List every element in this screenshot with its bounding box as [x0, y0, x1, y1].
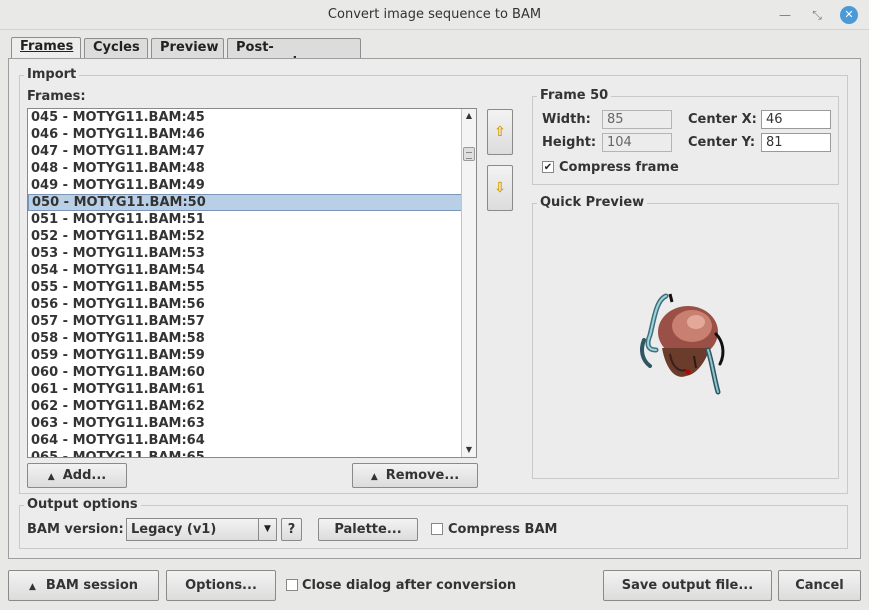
arrow-up-icon: ⇧: [494, 124, 506, 140]
frame-list-item[interactable]: 047 - MOTYG11.BAM:47: [28, 143, 476, 160]
tab-frames[interactable]: Frames: [11, 37, 81, 59]
height-field: 104: [602, 133, 672, 152]
frame-list-item[interactable]: 065 - MOTYG11.BAM:65: [28, 449, 476, 457]
frames-label: Frames:: [27, 89, 86, 104]
frame-list-item[interactable]: 051 - MOTYG11.BAM:51: [28, 211, 476, 228]
scroll-down-icon[interactable]: ▼: [462, 443, 476, 457]
height-label: Height:: [542, 135, 597, 150]
close-icon[interactable]: ✕: [840, 6, 858, 24]
frame-list-item[interactable]: 061 - MOTYG11.BAM:61: [28, 381, 476, 398]
frame-list-item[interactable]: 046 - MOTYG11.BAM:46: [28, 126, 476, 143]
frame-list-item[interactable]: 055 - MOTYG11.BAM:55: [28, 279, 476, 296]
tab-post-processing[interactable]: Post-processing: [227, 38, 361, 70]
bam-version-select[interactable]: Legacy (v1) ▼: [126, 518, 277, 541]
close-after-conversion-checkbox[interactable]: [286, 579, 298, 591]
restore-icon[interactable]: ⤡: [808, 6, 826, 24]
frame-list-item[interactable]: 063 - MOTYG11.BAM:63: [28, 415, 476, 432]
tab-frames-label: Frames: [20, 39, 74, 54]
frame-list-item[interactable]: 064 - MOTYG11.BAM:64: [28, 432, 476, 449]
add-button[interactable]: ▲ Add...: [27, 463, 127, 488]
center-y-label: Center Y:: [688, 135, 756, 150]
minimize-icon[interactable]: —: [776, 6, 794, 24]
move-up-button[interactable]: ⇧: [487, 109, 513, 155]
arrow-down-icon: ⇩: [494, 180, 506, 196]
tab-cycles-label: Cycles: [93, 40, 140, 55]
tab-preview[interactable]: Preview: [151, 38, 224, 58]
frame-list-item[interactable]: 062 - MOTYG11.BAM:62: [28, 398, 476, 415]
chevron-up-icon: ▲: [47, 472, 55, 482]
compress-frame-checkbox[interactable]: ✔: [542, 161, 554, 173]
add-button-label: Add...: [62, 468, 107, 483]
frame-list-item[interactable]: 045 - MOTYG11.BAM:45: [28, 109, 476, 126]
frame-list-item[interactable]: 052 - MOTYG11.BAM:52: [28, 228, 476, 245]
center-x-label: Center X:: [688, 112, 757, 127]
frame-list-item[interactable]: 054 - MOTYG11.BAM:54: [28, 262, 476, 279]
save-output-button[interactable]: Save output file...: [603, 570, 772, 601]
bam-version-help-button[interactable]: ?: [281, 518, 302, 541]
scroll-up-icon[interactable]: ▲: [462, 109, 476, 123]
width-field: 85: [602, 110, 672, 129]
compress-bam-label: Compress BAM: [448, 522, 558, 537]
window-title: Convert image sequence to BAM: [327, 7, 542, 22]
chevron-up-icon: ▲: [370, 472, 378, 482]
bam-version-label: BAM version:: [27, 522, 124, 537]
palette-button[interactable]: Palette...: [318, 518, 418, 541]
frame-list-item[interactable]: 050 - MOTYG11.BAM:50: [28, 194, 476, 211]
remove-button-label: Remove...: [385, 468, 460, 483]
center-y-field[interactable]: 81: [761, 133, 831, 152]
move-down-button[interactable]: ⇩: [487, 165, 513, 211]
chevron-up-icon: ▲: [28, 582, 36, 592]
output-options-title: Output options: [24, 497, 141, 512]
frames-list-scrollbar[interactable]: ▲ ▼: [461, 109, 476, 457]
import-group-title: Import: [24, 67, 80, 82]
bam-version-value: Legacy (v1): [131, 522, 217, 537]
quick-preview-title: Quick Preview: [537, 195, 648, 210]
frames-list-rows: 045 - MOTYG11.BAM:45 046 - MOTYG11.BAM:46…: [28, 109, 476, 457]
frame-list-item[interactable]: 056 - MOTYG11.BAM:56: [28, 296, 476, 313]
bam-session-label: BAM session: [45, 578, 139, 593]
frame-list-item[interactable]: 060 - MOTYG11.BAM:60: [28, 364, 476, 381]
options-button[interactable]: Options...: [166, 570, 276, 601]
frame-list-item[interactable]: 058 - MOTYG11.BAM:58: [28, 330, 476, 347]
title-bar: Convert image sequence to BAM — ⤡ ✕: [0, 0, 869, 30]
tab-preview-label: Preview: [160, 40, 219, 55]
width-label: Width:: [542, 112, 591, 127]
frame-preview-image: [640, 293, 725, 395]
cancel-button[interactable]: Cancel: [778, 570, 861, 601]
frame-list-item[interactable]: 059 - MOTYG11.BAM:59: [28, 347, 476, 364]
bam-session-button[interactable]: ▲ BAM session: [8, 570, 159, 601]
tab-cycles[interactable]: Cycles: [84, 38, 148, 58]
frame-list-item[interactable]: 049 - MOTYG11.BAM:49: [28, 177, 476, 194]
center-x-field[interactable]: 46: [761, 110, 831, 129]
frame-list-item[interactable]: 048 - MOTYG11.BAM:48: [28, 160, 476, 177]
chevron-down-icon: ▼: [258, 519, 276, 540]
remove-button[interactable]: ▲ Remove...: [352, 463, 478, 488]
frame-info-title: Frame 50: [537, 88, 612, 103]
scroll-thumb[interactable]: [463, 147, 475, 161]
frame-list-item[interactable]: 057 - MOTYG11.BAM:57: [28, 313, 476, 330]
frames-list[interactable]: 045 - MOTYG11.BAM:45 046 - MOTYG11.BAM:46…: [27, 108, 477, 458]
close-after-conversion-label: Close dialog after conversion: [302, 578, 517, 593]
frame-list-item[interactable]: 053 - MOTYG11.BAM:53: [28, 245, 476, 262]
compress-frame-label: Compress frame: [559, 160, 679, 175]
compress-bam-checkbox[interactable]: [431, 523, 443, 535]
